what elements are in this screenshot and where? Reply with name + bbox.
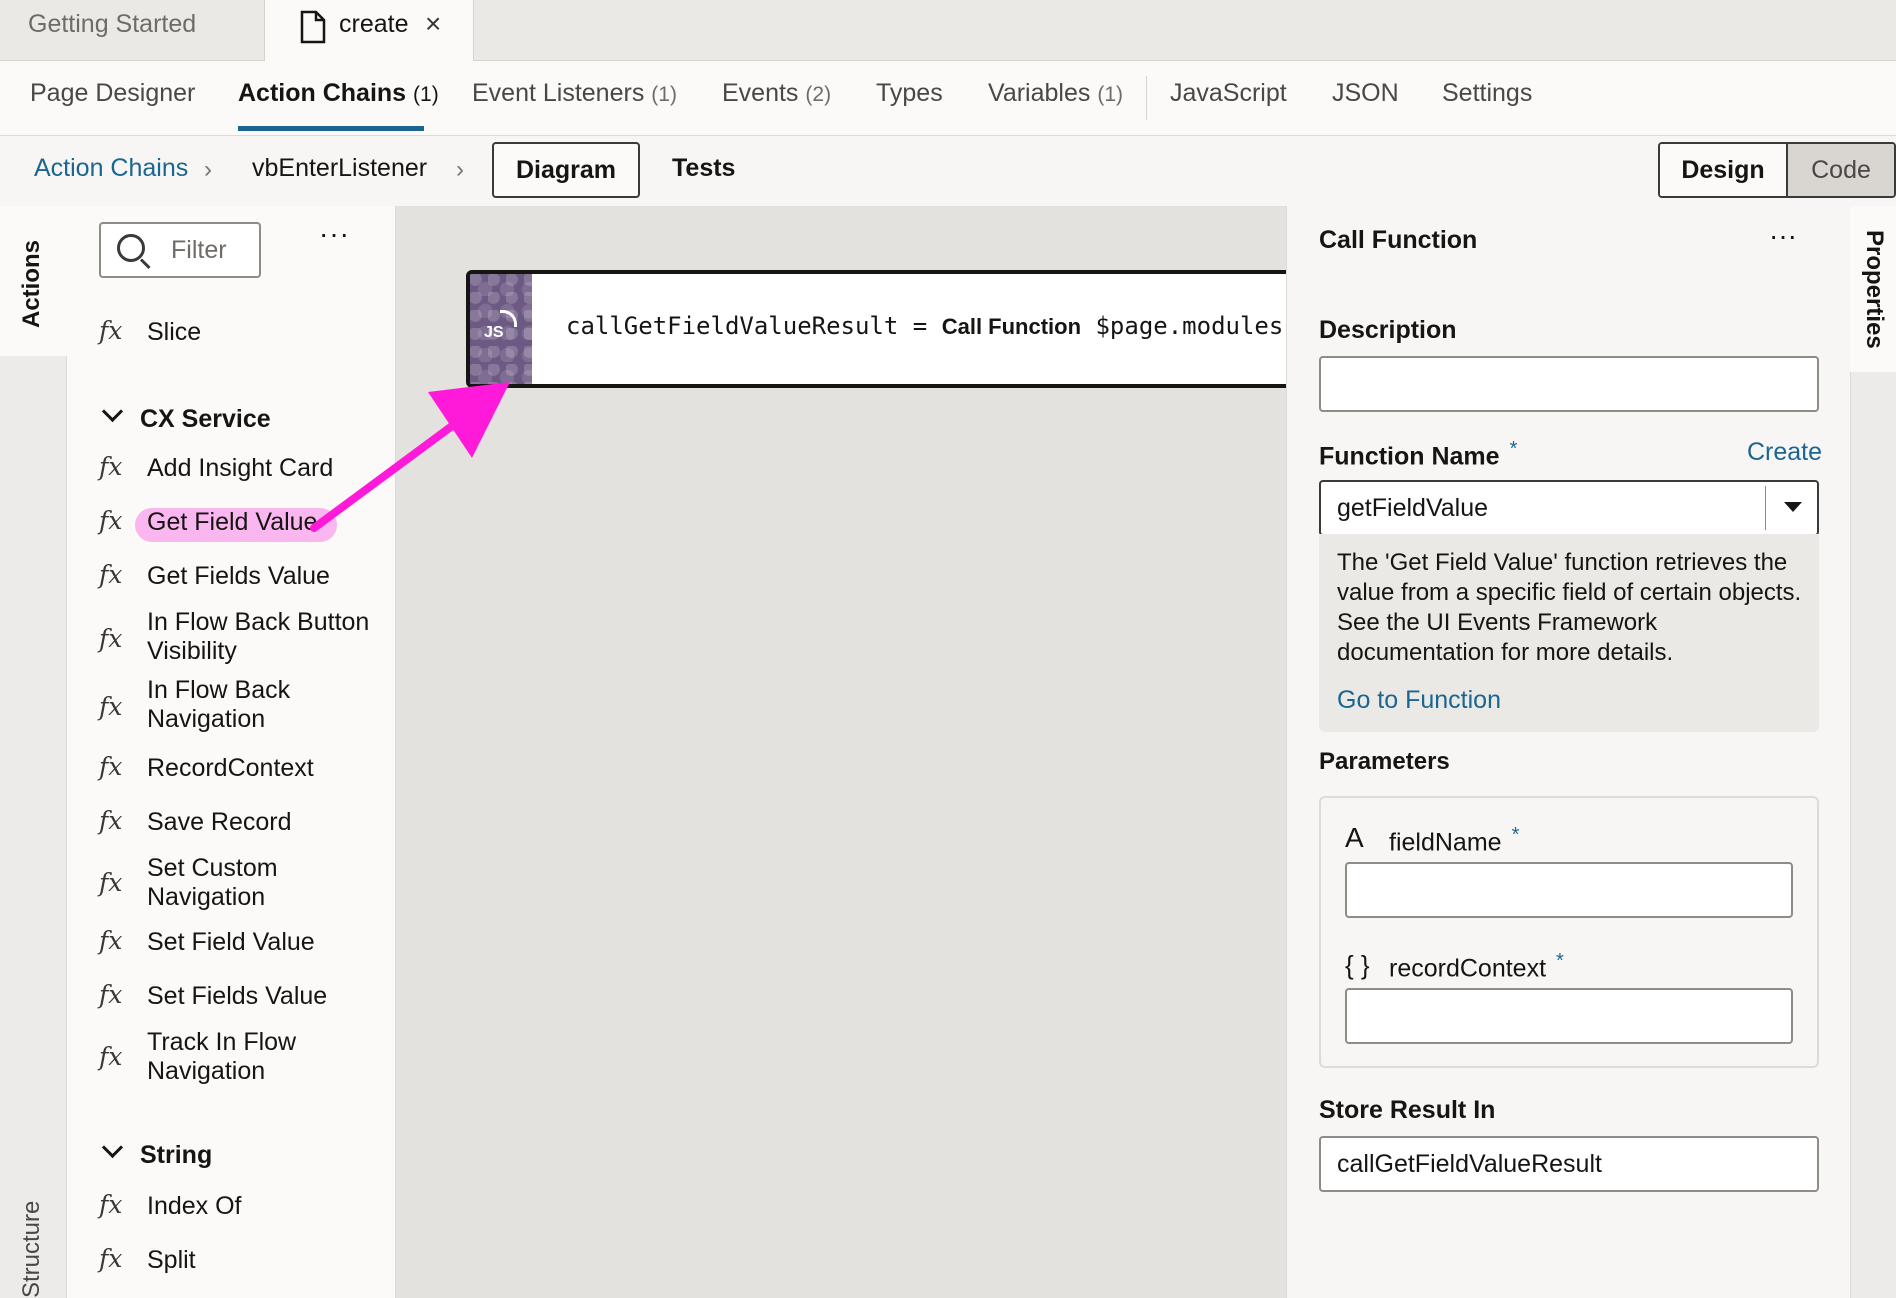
rail-tab-properties[interactable]: Properties [1850, 206, 1896, 372]
field-name-input[interactable] [1345, 862, 1793, 918]
function-name-label: Function Name * [1319, 438, 1517, 471]
create-link[interactable]: Create [1747, 438, 1822, 467]
required-mark: * [1556, 950, 1564, 972]
string-type-icon: A [1345, 822, 1364, 853]
select-divider [1765, 486, 1766, 530]
required-mark: * [1509, 438, 1518, 460]
param-label: recordContext [1389, 954, 1547, 983]
more-icon[interactable]: ··· [1769, 220, 1797, 252]
label-text: Function Name [1319, 442, 1500, 471]
function-name-select[interactable]: getFieldValue [1319, 480, 1819, 536]
rail-tab-label: Properties [1861, 230, 1888, 349]
properties-panel: Call Function ··· Description Function N… [1286, 206, 1851, 1298]
function-info-box: The 'Get Field Value' function retrieves… [1319, 534, 1819, 732]
parameters-label: Parameters [1319, 748, 1450, 775]
description-label: Description [1319, 316, 1457, 344]
object-type-icon: { } [1345, 950, 1370, 980]
properties-title: Call Function [1319, 226, 1478, 254]
caret-down-icon[interactable] [1784, 502, 1802, 512]
param-label: fieldName [1389, 828, 1502, 857]
description-field[interactable] [1319, 356, 1819, 412]
param-name: fieldName * [1389, 824, 1519, 857]
store-result-field[interactable]: callGetFieldValueResult [1319, 1136, 1819, 1192]
select-value: getFieldValue [1337, 494, 1489, 522]
record-context-input[interactable] [1345, 988, 1793, 1044]
go-to-function-link[interactable]: Go to Function [1337, 686, 1501, 715]
store-result-label: Store Result In [1319, 1096, 1496, 1124]
function-description: The 'Get Field Value' function retrieves… [1337, 549, 1802, 666]
param-name: recordContext * [1389, 950, 1564, 983]
required-mark: * [1511, 824, 1520, 846]
parameters-box: A fieldName * { } recordContext * [1319, 796, 1819, 1068]
